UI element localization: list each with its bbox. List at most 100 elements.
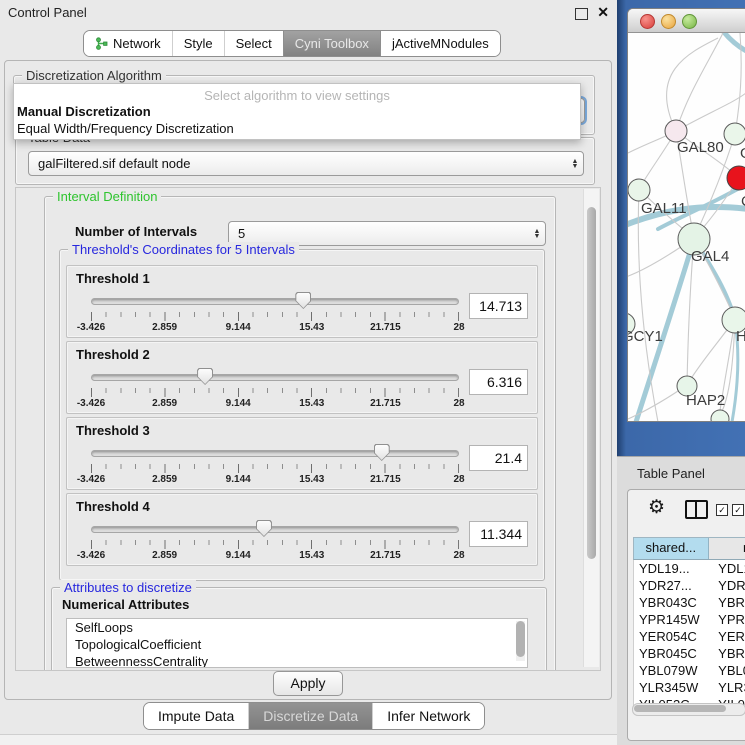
threshold-label: Threshold 2 — [76, 347, 150, 362]
dropdown-option-manual[interactable]: Manual Discretization — [14, 103, 580, 120]
dropdown-option-equal-width[interactable]: Equal Width/Frequency Discretization — [14, 120, 580, 137]
threshold-slider[interactable]: -3.426 2.859 9.144 15.43 21.715 28 — [91, 520, 459, 564]
tab-label: Infer Network — [387, 708, 470, 724]
tick-label: 9.144 — [226, 474, 251, 485]
tab-select[interactable]: Select — [224, 31, 283, 56]
cell-name[interactable]: YBL0 — [709, 662, 745, 679]
horizontal-scrollbar-thumb[interactable] — [634, 705, 726, 712]
cell-shared-name[interactable]: YBR043C — [634, 594, 709, 611]
slider-tick-labels: -3.426 2.859 9.144 15.43 21.715 28 — [91, 322, 459, 334]
combobox-arrows-icon: ▲▼ — [567, 159, 583, 169]
tab-jactivemnodules[interactable]: jActiveMNodules — [380, 31, 500, 56]
node-label-gal80: GAL80 — [677, 139, 724, 156]
minimize-traffic-light-icon[interactable] — [661, 14, 676, 29]
algorithm-dropdown-popup: Select algorithm to view settings Manual… — [13, 83, 581, 140]
slider-thumb[interactable] — [295, 292, 311, 309]
apply-button[interactable]: Apply — [273, 671, 343, 696]
slider-thumb[interactable] — [374, 444, 390, 461]
cell-shared-name[interactable]: YBR045C — [634, 645, 709, 662]
threshold-label: Threshold 4 — [76, 499, 150, 514]
table-row[interactable]: YBL079W YBL0 — [634, 662, 745, 679]
table-row[interactable]: YDR27... YDR2 — [634, 577, 745, 594]
slider-track[interactable] — [91, 374, 459, 381]
threshold-slider[interactable]: -3.426 2.859 9.144 15.43 21.715 28 — [91, 292, 459, 336]
threshold-value-field[interactable]: 6.316 — [469, 369, 528, 395]
table-row[interactable]: YBR045C YBR0 — [634, 645, 745, 662]
numerical-attributes-list[interactable]: SelfLoopsTopologicalCoefficientBetweenne… — [66, 618, 528, 668]
zoom-traffic-light-icon[interactable] — [682, 14, 697, 29]
node-gal11[interactable] — [628, 179, 650, 201]
threshold-slider[interactable]: -3.426 2.859 9.144 15.43 21.715 28 — [91, 444, 459, 488]
gear-icon[interactable]: ⚙ — [648, 496, 665, 519]
close-traffic-light-icon[interactable] — [640, 14, 655, 29]
close-icon[interactable]: ✕ — [597, 4, 609, 21]
tab-cyni-toolbox[interactable]: Cyni Toolbox — [283, 31, 380, 56]
cell-name[interactable]: YER0 — [709, 628, 745, 645]
node-label-gcy1: GCY1 — [628, 328, 663, 345]
node-green[interactable] — [724, 123, 745, 145]
cell-shared-name[interactable]: YLR345W — [634, 679, 709, 696]
horizontal-scrollbar[interactable] — [632, 703, 745, 716]
threshold-slider[interactable]: -3.426 2.859 9.144 15.43 21.715 28 — [91, 368, 459, 412]
tab-infer-network[interactable]: Infer Network — [372, 703, 484, 729]
combobox-arrows-icon: ▲▼ — [529, 229, 545, 239]
table-data-combobox[interactable]: galFiltered.sif default node ▲▼ — [28, 151, 584, 176]
network-canvas[interactable]: GAL80 GA C GAL11 GAL4 GCY1 H HAP2 — [628, 33, 745, 421]
slider-tick-labels: -3.426 2.859 9.144 15.43 21.715 28 — [91, 474, 459, 486]
checkbox-icon[interactable]: ✓ — [732, 504, 744, 516]
slider-tick-labels: -3.426 2.859 9.144 15.43 21.715 28 — [91, 398, 459, 410]
list-scrollbar[interactable] — [516, 621, 525, 661]
slider-track[interactable] — [91, 526, 459, 533]
table-row[interactable]: YBR043C YBR0 — [634, 594, 745, 611]
tab-network[interactable]: Network — [84, 31, 172, 56]
attribute-item[interactable]: SelfLoops — [67, 619, 527, 636]
tab-discretize-data[interactable]: Discretize Data — [248, 703, 372, 729]
network-window-titlebar[interactable] — [628, 9, 745, 33]
cell-name[interactable]: YDR2 — [709, 577, 745, 594]
top-tab-bar: Network Style Select Cyni Toolbox jActiv… — [83, 30, 501, 57]
threshold-panel: Threshold 1 -3.426 2.859 9.144 15.43 — [66, 265, 538, 338]
split-columns-icon[interactable] — [685, 500, 708, 519]
column-header-name[interactable]: na — [709, 538, 745, 559]
checkbox-icon[interactable]: ✓ — [716, 504, 728, 516]
cell-name[interactable]: YBR0 — [709, 645, 745, 662]
cell-name[interactable]: YLR3 — [709, 679, 745, 696]
threshold-panel: Threshold 3 -3.426 2.859 9.144 15.43 — [66, 417, 538, 490]
threshold-value-field[interactable]: 21.4 — [469, 445, 528, 471]
table-row[interactable]: YER054C YER0 — [634, 628, 745, 645]
tick-label: 15.43 — [299, 398, 324, 409]
slider-thumb[interactable] — [197, 368, 213, 385]
cell-shared-name[interactable]: YPR145W — [634, 611, 709, 628]
slider-ticks — [91, 388, 459, 397]
attribute-item[interactable]: TopologicalCoefficient — [67, 636, 527, 653]
table-row[interactable]: YPR145W YPR1 — [634, 611, 745, 628]
cell-name[interactable]: YPR1 — [709, 611, 745, 628]
cell-shared-name[interactable]: YDL19... — [634, 560, 709, 577]
threshold-value-field[interactable]: 11.344 — [469, 521, 528, 547]
tab-impute-data[interactable]: Impute Data — [144, 703, 248, 729]
tab-label: Select — [236, 36, 272, 51]
table-row[interactable]: YLR345W YLR3 — [634, 679, 745, 696]
slider-track[interactable] — [91, 450, 459, 457]
node-green[interactable] — [711, 410, 729, 421]
slider-thumb[interactable] — [256, 520, 272, 537]
cell-shared-name[interactable]: YBL079W — [634, 662, 709, 679]
table-row[interactable]: YDL19... YDL1 — [634, 560, 745, 577]
threshold-panel: Threshold 4 -3.426 2.859 9.144 15.43 — [66, 493, 538, 566]
threshold-value-field[interactable]: 14.713 — [469, 293, 528, 319]
tick-label: 28 — [453, 322, 464, 333]
attribute-item[interactable]: BetweennessCentrality — [67, 653, 527, 668]
tab-style[interactable]: Style — [172, 31, 224, 56]
column-header-shared-name[interactable]: shared... — [634, 538, 709, 559]
cell-shared-name[interactable]: YER054C — [634, 628, 709, 645]
vertical-scrollbar-thumb[interactable] — [587, 207, 596, 559]
slider-track[interactable] — [91, 298, 459, 305]
tick-label: 28 — [453, 398, 464, 409]
float-window-icon[interactable] — [575, 8, 588, 20]
cell-name[interactable]: YBR0 — [709, 594, 745, 611]
list-scrollbar-thumb[interactable] — [516, 621, 525, 657]
cell-shared-name[interactable]: YDR27... — [634, 577, 709, 594]
vertical-scrollbar[interactable] — [583, 189, 599, 667]
combobox-value: galFiltered.sif default node — [29, 156, 567, 171]
cell-name[interactable]: YDL1 — [709, 560, 745, 577]
